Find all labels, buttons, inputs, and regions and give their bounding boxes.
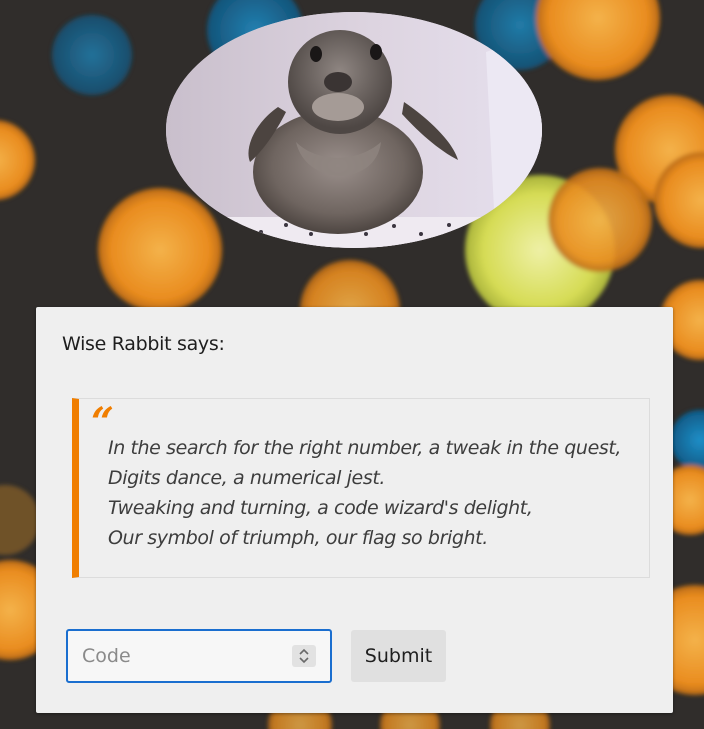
rabbit-avatar <box>166 12 542 248</box>
quote-line: Our symbol of triumph, our flag so brigh… <box>108 527 488 549</box>
chevron-up-icon[interactable] <box>299 648 309 655</box>
message-card: Wise Rabbit says: “ In the search for th… <box>36 307 673 713</box>
submit-button[interactable]: Submit <box>351 630 446 682</box>
rabbit-photo-icon <box>166 12 542 248</box>
code-input[interactable] <box>68 631 288 681</box>
quote-line: In the search for the right number, a tw… <box>108 437 622 459</box>
code-field <box>66 629 332 683</box>
quote-block: “ In the search for the right number, a … <box>72 398 650 578</box>
chevron-down-icon[interactable] <box>299 657 309 664</box>
quote-line: Digits dance, a numerical jest. <box>108 467 386 489</box>
speaker-label: Wise Rabbit says: <box>62 333 225 355</box>
number-spinner[interactable] <box>292 645 316 667</box>
quote-line: Tweaking and turning, a code wizard's de… <box>108 497 533 519</box>
quote-text: In the search for the right number, a tw… <box>108 433 621 553</box>
